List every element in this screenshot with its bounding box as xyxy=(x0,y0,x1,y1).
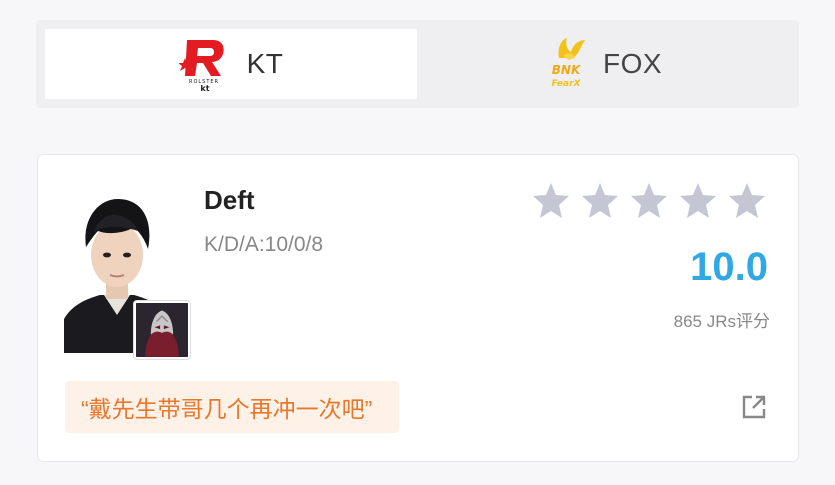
player-kda: K/D/A:10/0/8 xyxy=(204,233,324,256)
player-rating-card[interactable]: Deft K/D/A:10/0/8 10.0 865 JRs评分 “戴先生带哥几… xyxy=(37,154,799,462)
average-score: 10.0 xyxy=(690,245,768,289)
team-name: FOX xyxy=(602,48,663,79)
top-comment[interactable]: “戴先生带哥几个再冲一次吧” xyxy=(65,381,399,433)
star-icon[interactable] xyxy=(727,181,767,221)
star-icon[interactable] xyxy=(629,181,669,221)
share-external-icon[interactable] xyxy=(740,393,768,421)
rating-count: 865 JRs评分 xyxy=(673,312,770,331)
player-name: Deft xyxy=(204,185,255,215)
champion-icon xyxy=(134,301,190,359)
star-icon[interactable] xyxy=(531,181,571,221)
bnk-fearx-logo-icon: BNK FearX xyxy=(551,38,585,89)
rating-stars[interactable] xyxy=(531,181,767,221)
svg-text:BNK: BNK xyxy=(552,63,582,77)
tab-team-kt[interactable]: ROLSTER kt KT xyxy=(45,29,417,99)
svg-text:kt: kt xyxy=(200,84,209,92)
tab-team-fox[interactable]: BNK FearX FOX xyxy=(417,29,790,99)
kt-rolster-logo-icon: ROLSTER kt xyxy=(178,40,224,92)
star-icon[interactable] xyxy=(678,181,718,221)
star-icon[interactable] xyxy=(580,181,620,221)
comment-text: “戴先生带哥几个再冲一次吧” xyxy=(81,396,373,422)
team-name: KT xyxy=(246,48,284,79)
svg-text:FearX: FearX xyxy=(551,79,581,89)
team-tabs: ROLSTER kt KT BNK FearX FOX xyxy=(36,20,799,108)
